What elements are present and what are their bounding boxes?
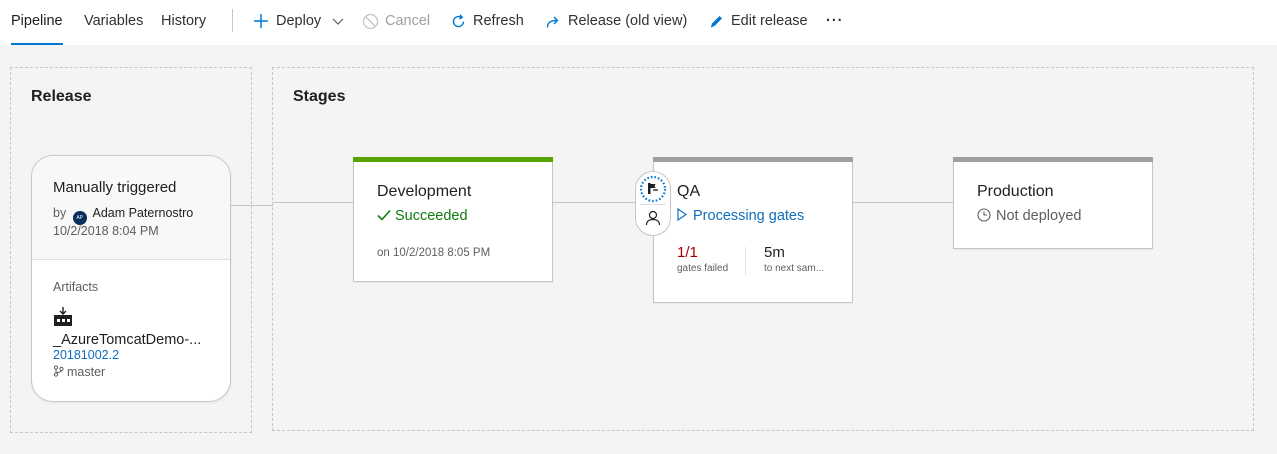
toolbar: Pipeline Variables History Deploy Cancel…	[0, 0, 1277, 46]
edit-release-button[interactable]: Edit release	[708, 0, 808, 44]
check-icon	[377, 209, 391, 225]
plus-icon	[252, 12, 270, 30]
deploy-label: Deploy	[276, 13, 322, 29]
redo-arrow-icon	[545, 13, 562, 30]
stage-status-bar	[353, 157, 553, 162]
stage-status-text: Processing gates	[693, 208, 805, 224]
stage-status: Succeeded	[377, 208, 468, 225]
approver-icon[interactable]	[645, 210, 661, 231]
user-name[interactable]: Adam Paternostro	[92, 206, 193, 220]
pre-deployment-conditions[interactable]	[635, 171, 671, 236]
release-connector	[231, 205, 273, 206]
bubble-divider	[640, 204, 666, 205]
tab-variables[interactable]: Variables	[84, 0, 143, 44]
stage-card-production[interactable]: Production Not deployed	[953, 157, 1153, 249]
release-datetime: 10/2/2018 8:04 PM	[53, 224, 159, 238]
stage-card-qa[interactable]: QA Processing gates 1/1 gates failed 5m …	[653, 157, 853, 303]
connector-to-development	[273, 202, 353, 203]
refresh-button[interactable]: Refresh	[450, 0, 524, 44]
deploy-button[interactable]: Deploy	[252, 0, 350, 44]
artifact-branch-row: master	[53, 365, 105, 380]
more-actions-button[interactable]: ···	[826, 0, 844, 44]
stage-status-bar	[953, 157, 1153, 162]
cancel-label: Cancel	[385, 13, 431, 29]
artifact-version-link[interactable]: 20181002.2	[53, 348, 119, 362]
triggered-by-row: by AP Adam Paternostro	[53, 206, 193, 225]
build-artifact-icon	[52, 306, 74, 333]
release-old-view-label: Release (old view)	[568, 13, 688, 29]
tab-history[interactable]: History	[161, 0, 206, 44]
next-sample-value: 5m	[764, 244, 785, 261]
artifacts-label: Artifacts	[53, 280, 99, 294]
release-old-view-button[interactable]: Release (old view)	[545, 0, 687, 44]
cancel-button[interactable]: Cancel	[362, 0, 430, 44]
tab-pipeline[interactable]: Pipeline	[11, 0, 63, 45]
gates-failed-value: 1/1	[677, 244, 698, 261]
clock-icon	[977, 208, 991, 226]
stage-status-text: Succeeded	[395, 208, 468, 224]
stages-zone-title: Stages	[293, 88, 346, 105]
connector-qa-production	[853, 202, 953, 203]
edit-release-label: Edit release	[731, 13, 808, 29]
stage-detail: on 10/2/2018 8:05 PM	[377, 247, 491, 259]
branch-name: master	[67, 365, 106, 379]
refresh-icon	[450, 13, 467, 30]
by-label: by	[53, 206, 67, 220]
metric-divider	[745, 247, 746, 275]
play-icon	[677, 207, 688, 225]
chevron-down-icon	[332, 15, 344, 27]
toolbar-separator	[232, 9, 233, 32]
cancel-icon	[362, 13, 379, 30]
trigger-text: Manually triggered	[53, 179, 177, 196]
stage-status-text: Not deployed	[996, 208, 1082, 224]
release-zone-title: Release	[31, 88, 92, 105]
refresh-label: Refresh	[473, 13, 524, 29]
release-card[interactable]: Manually triggered by AP Adam Paternostr…	[31, 155, 231, 402]
gates-failed-label: gates failed	[677, 263, 729, 274]
stage-name: Development	[377, 183, 472, 200]
connector-development-qa	[553, 202, 635, 203]
stage-card-development[interactable]: Development Succeeded on 10/2/2018 8:05 …	[353, 157, 553, 282]
pencil-icon	[708, 13, 725, 30]
branch-icon	[53, 365, 64, 380]
next-sample-label: to next sam...	[764, 263, 825, 274]
stage-status: Processing gates	[677, 207, 805, 225]
stage-name: Production	[977, 183, 1054, 200]
stage-name: QA	[677, 183, 701, 200]
stage-status: Not deployed	[977, 208, 1081, 226]
avatar: AP	[72, 211, 87, 225]
stage-status-bar	[653, 157, 853, 162]
artifact-name[interactable]: _AzureTomcatDemo-...	[53, 332, 201, 348]
